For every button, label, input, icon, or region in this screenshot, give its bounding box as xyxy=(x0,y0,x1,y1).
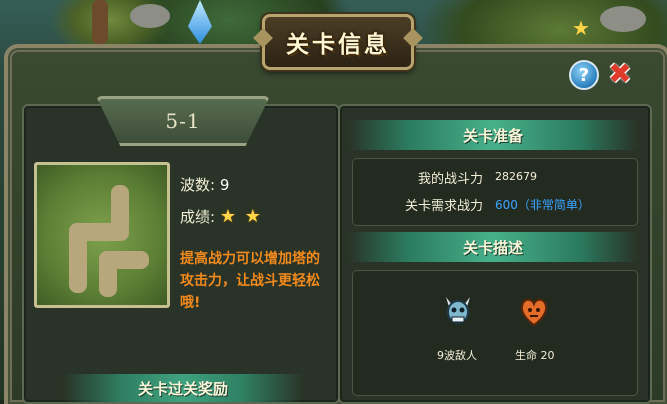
my-power-row: 我的战斗力 282679 xyxy=(353,168,637,187)
level-detail-panel: 关卡准备 我的战斗力 282679 关卡需求战力 600（非常简单） 关卡描述 xyxy=(338,104,652,404)
map-path xyxy=(99,251,149,269)
close-button[interactable]: ✖ xyxy=(607,57,633,90)
map-path xyxy=(69,223,87,293)
level-map-thumbnail xyxy=(34,162,170,308)
description-header-bar: 关卡描述 xyxy=(348,232,638,262)
tree-trunk-decoration xyxy=(92,0,108,44)
description-box: 9波敌人 生命 20 xyxy=(352,270,638,396)
enemy-waves-label: 9波敌人 xyxy=(437,349,477,362)
question-icon: ? xyxy=(578,64,590,86)
level-number: 5-1 xyxy=(165,109,201,133)
dialog-title-plate: 关卡信息 xyxy=(253,14,423,70)
level-number-tab: 5-1 xyxy=(96,96,270,146)
lives-label: 生命 20 xyxy=(515,349,555,362)
reward-header-bar: 关卡过关奖励 xyxy=(62,374,304,402)
preparation-header: 关卡准备 xyxy=(462,126,523,145)
reward-header: 关卡过关奖励 xyxy=(137,379,228,398)
heart-demon-icon xyxy=(519,295,549,329)
star-icon: ★ xyxy=(572,16,590,40)
preparation-header-bar: 关卡准备 xyxy=(348,120,638,150)
rock-decoration xyxy=(600,6,646,32)
help-button[interactable]: ? xyxy=(569,60,599,90)
rock-decoration xyxy=(130,4,170,28)
required-power-label: 关卡需求战力 xyxy=(404,199,483,214)
grade-label: 成绩: xyxy=(180,208,216,226)
horned-skull-icon xyxy=(443,295,473,329)
description-header: 关卡描述 xyxy=(462,238,523,257)
waves-label: 波数: xyxy=(180,176,216,194)
waves-value: 9 xyxy=(219,176,230,194)
required-power-value: 600（非常简单） xyxy=(495,198,590,212)
close-icon: ✖ xyxy=(608,56,632,90)
level-overview-panel: 5-1 波数: 9 成绩: ★ ★ 提高战力可以增加塔的攻击力，让战斗更轻松哦!… xyxy=(22,96,340,404)
dialog-title: 关卡信息 xyxy=(286,32,390,58)
crystal-tower-icon xyxy=(188,0,212,44)
star-icon: ★ xyxy=(244,206,261,227)
star-icon: ★ xyxy=(219,206,236,227)
my-power-label: 我的战斗力 xyxy=(417,172,483,187)
power-stats-box: 我的战斗力 282679 关卡需求战力 600（非常简单） xyxy=(352,158,638,226)
grade-line: 成绩: ★ ★ xyxy=(180,206,265,227)
power-tip-text: 提高战力可以增加塔的攻击力，让战斗更轻松哦! xyxy=(180,251,320,311)
my-power-value: 282679 xyxy=(495,170,537,183)
required-power-row: 关卡需求战力 600（非常简单） xyxy=(353,195,637,214)
waves-line: 波数: 9 xyxy=(180,174,229,195)
